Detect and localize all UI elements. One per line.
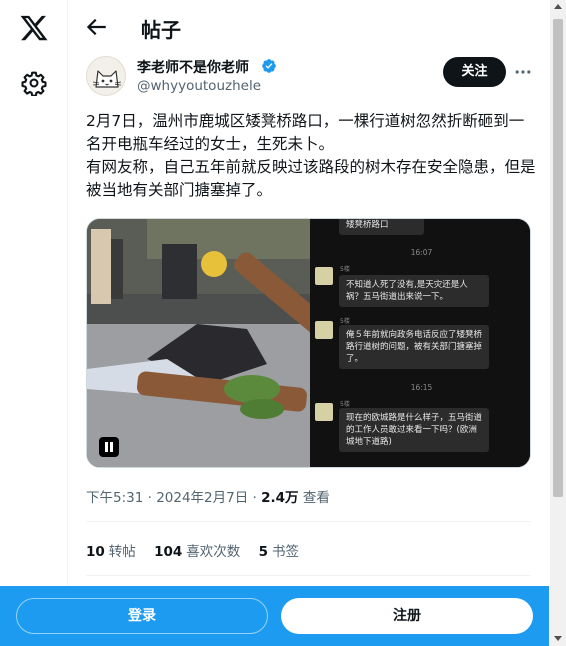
author-handle[interactable]: @whyyoutouzhele <box>137 78 261 94</box>
video-street-scene <box>87 219 310 467</box>
scrollbar-thumb[interactable] <box>553 19 563 497</box>
bookmarks-count: 5 <box>258 544 268 560</box>
scrollbar[interactable] <box>550 0 566 646</box>
tweet-video[interactable]: 矮凳桥路口 16:07 5楼 不知道人死了没有,是天灾还是人祸？五马街道出来说一… <box>86 218 531 468</box>
author-row: 李老师不是你老师 @whyyoutouzhele 关注 <box>69 54 550 104</box>
divider <box>86 521 531 522</box>
scroll-up-arrow-icon[interactable] <box>554 4 562 9</box>
scroll-down-arrow-icon[interactable] <box>554 636 562 641</box>
chat-sender: 5楼 <box>340 401 350 408</box>
signup-bar: 登录 注册 <box>0 586 549 646</box>
divider <box>86 575 531 576</box>
retweets-stat[interactable]: 10 转帖 <box>86 544 136 560</box>
tweet-text: 2月7日，温州市鹿城区矮凳桥路口，一棵行道树忽然折断砸到一名开电瓶车经过的女士，… <box>86 110 536 202</box>
author-name[interactable]: 李老师不是你老师 <box>137 57 249 77</box>
gear-icon[interactable] <box>21 70 47 96</box>
views-label: 查看 <box>298 490 330 506</box>
chat-sender: 5楼 <box>340 318 350 325</box>
bookmarks-stat[interactable]: 5 书签 <box>259 544 299 560</box>
chat-time: 16:15 <box>410 383 433 392</box>
arrow-left-icon[interactable] <box>83 14 109 40</box>
video-chat-screenshot: 矮凳桥路口 16:07 5楼 不知道人死了没有,是天灾还是人祸？五马街道出来说一… <box>311 219 530 467</box>
tweet-meta: 下午5:31 · 2024年2月7日 · 2.4万 查看 <box>86 486 330 506</box>
more-horizontal-icon[interactable] <box>513 62 533 82</box>
page-title: 帖子 <box>141 18 181 42</box>
verified-badge-icon <box>262 59 276 73</box>
chat-time: 16:07 <box>410 248 433 257</box>
avatar[interactable] <box>86 56 126 96</box>
likes-label: 喜欢次数 <box>186 544 241 560</box>
likes-count: 104 <box>154 544 183 560</box>
chat-bubble: 现在的欧城路是什么样子，五马街道的工作人员敢过来看一下吗？(欧洲城地下道路) <box>339 408 489 452</box>
tweet-stats: 10 转帖 104 喜欢次数 5 书签 <box>86 540 313 560</box>
signup-button[interactable]: 注册 <box>281 598 533 634</box>
chat-bubble: 矮凳桥路口 <box>339 219 424 235</box>
chat-avatar <box>315 403 333 421</box>
chat-bubble: 不知道人死了没有,是天灾还是人祸？五马街道出来说一下。 <box>339 275 489 307</box>
avatar-cat-drawing <box>92 70 122 88</box>
page-header: 帖子 <box>69 0 550 54</box>
pause-icon <box>105 442 113 452</box>
views-count: 2.4万 <box>261 490 299 506</box>
chat-avatar <box>315 267 333 285</box>
tweet-paragraph: 有网友称，自己五年前就反映过该路段的树木存在安全隐患，但是被当地有关部门搪塞掉了… <box>86 158 536 199</box>
tweet-paragraph: 2月7日，温州市鹿城区矮凳桥路口，一棵行道树忽然折断砸到一名开电瓶车经过的女士，… <box>86 112 525 153</box>
chat-avatar <box>315 321 333 339</box>
x-logo-icon[interactable] <box>19 13 49 43</box>
retweets-count: 10 <box>86 544 105 560</box>
bookmarks-label: 书签 <box>271 544 299 560</box>
pause-button[interactable] <box>99 437 119 457</box>
app-root: 帖子 李老师不是你老师 @whyyoutouzhele 关注 2月7日，温州市鹿 <box>0 0 566 646</box>
follow-button[interactable]: 关注 <box>443 57 506 87</box>
likes-stat[interactable]: 104 喜欢次数 <box>154 544 240 560</box>
login-button[interactable]: 登录 <box>16 598 268 634</box>
retweets-label: 转帖 <box>108 544 136 560</box>
tweet-timestamp[interactable]: 下午5:31 · 2024年2月7日 · <box>86 490 261 506</box>
chat-sender: 5楼 <box>340 266 350 273</box>
left-rail <box>0 0 68 646</box>
chat-bubble: 俺５年前就向政务电话反应了矮凳桥路行道树的问题，被有关部门搪塞掉了。 <box>339 325 489 369</box>
